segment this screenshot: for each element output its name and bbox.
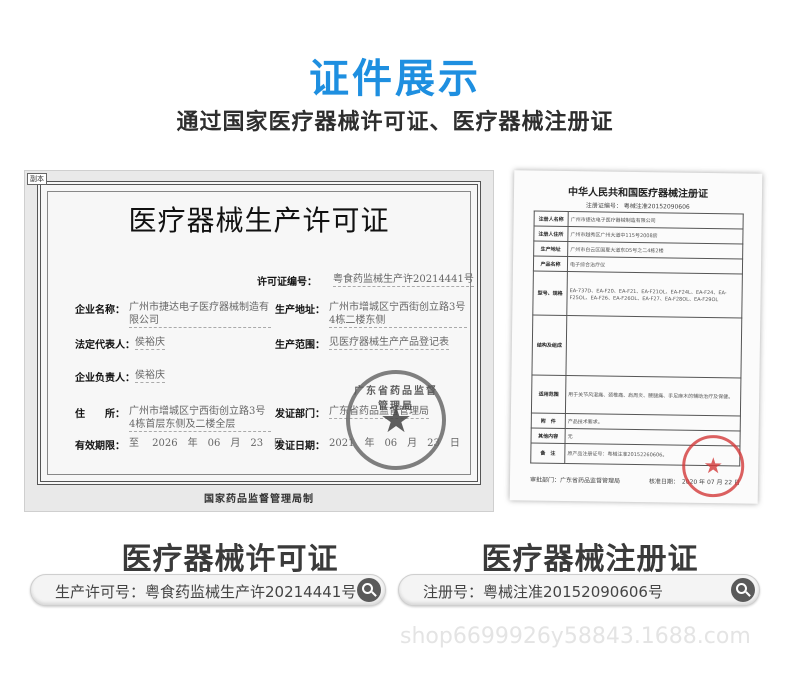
table-row: 结构及组成 <box>531 315 742 378</box>
page-title: 证件展示 <box>309 56 481 102</box>
registration-title: 中华人民共和国医疗器械注册证 <box>567 187 709 200</box>
approval-dept: 审批部门：广东省药品监督管理局 <box>529 476 621 485</box>
copy-mark: 副本 <box>27 173 47 185</box>
scope-label: 生产范围： <box>275 340 325 351</box>
permit-value: 粤食药监械生产许20214441号 <box>333 274 474 287</box>
shop-watermark: shop6699926y58843.1688.com <box>400 624 751 649</box>
validity-label: 有效期限： <box>75 441 125 452</box>
address-value: 广州市增城区宁西街创立路3号4栋二楼东侧 <box>329 302 467 328</box>
residence-label: 住 所： <box>75 409 125 420</box>
company-label: 企业名称： <box>75 305 125 316</box>
scope-value: 见医疗器械生产产品登记表 <box>329 337 449 350</box>
caption-registration: 医疗器械注册证 <box>481 542 699 577</box>
registration-number-bar: 注册号：粤械注准20152090606号 <box>398 574 760 606</box>
star-icon: ★ <box>379 400 413 441</box>
head-value: 侯裕庆 <box>135 370 165 383</box>
search-button[interactable] <box>357 578 381 602</box>
legal-rep-label: 法定代表人： <box>75 340 135 351</box>
head-label: 企业负责人： <box>75 373 135 384</box>
residence-value: 广州市增城区宁西街创立路3号4栋首层东侧及二楼全层 <box>129 405 271 432</box>
table-row: 型号、规格 EA-737D、EA-F20、EA-F21、EA-F21OL、EA-F… <box>532 271 743 318</box>
registration-certificate-image: 中华人民共和国医疗器械注册证 注册证编号： 粤械注准20152090606 注册… <box>509 170 763 504</box>
issuer-label: 发证部门： <box>275 409 325 420</box>
search-button[interactable] <box>731 578 755 602</box>
star-icon: ★ <box>703 453 724 480</box>
permit-label: 许可证编号： <box>257 277 317 288</box>
caption-license: 医疗器械许可证 <box>121 542 339 577</box>
address-label: 生产地址： <box>275 305 325 316</box>
registration-table: 注册人名称 广州市捷达电子医疗器械制造有限公司 注册人住所 广州市越秀区广州大道中1… <box>530 211 744 467</box>
license-heading: 医疗器械生产许可证 <box>128 204 390 237</box>
table-row: 适用范围 用于关节风湿痛、颈椎痛、肩周炎、腰腿痛、手足麻木的辅助治疗及保健。 <box>531 375 741 416</box>
license-footer: 国家药品监督管理局制 <box>204 494 314 505</box>
legal-rep-value: 侯裕庆 <box>135 337 165 350</box>
license-number-text: 生产许可号：粤食药监械生产许20214441号 <box>55 583 357 601</box>
official-seal: 广东省药品监督管理局 ★ <box>346 370 446 470</box>
issue-date-label: 发证日期： <box>275 441 325 452</box>
license-number-bar: 生产许可号：粤食药监械生产许20214441号 <box>30 574 386 606</box>
page-subtitle: 通过国家医疗器械许可证、医疗器械注册证 <box>176 110 614 135</box>
validity-value: 至 2026 年 06 月 23 日 <box>129 438 284 449</box>
company-value: 广州市捷达电子医疗器械制造有限公司 <box>129 302 271 328</box>
red-seal: ★ <box>681 434 745 498</box>
registration-number-text: 注册号：粤械注准20152090606号 <box>423 583 663 601</box>
